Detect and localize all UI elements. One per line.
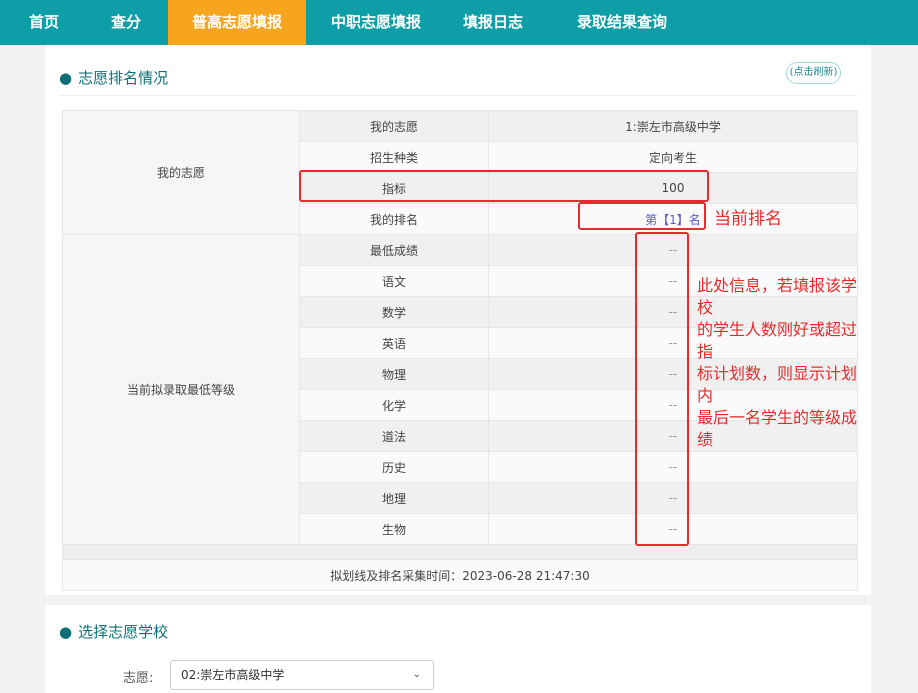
row-label: 历史 bbox=[299, 451, 489, 483]
row-label: 英语 bbox=[299, 327, 489, 359]
school-title-text: 选择志愿学校 bbox=[78, 623, 169, 641]
nav-item-admission-query[interactable]: 录取结果查询 bbox=[562, 0, 682, 45]
annotation-current-rank: 当前排名 bbox=[714, 209, 782, 229]
section-divider bbox=[59, 95, 857, 96]
annotation-info-line: 此处信息，若填报该学校 bbox=[697, 276, 858, 317]
nav-item-general-application[interactable]: 普高志愿填报 bbox=[168, 0, 306, 45]
chevron-down-icon: ⌄ bbox=[412, 669, 421, 680]
row-label: 我的志愿 bbox=[299, 110, 489, 142]
nav-item-home[interactable]: 首页 bbox=[16, 0, 72, 45]
row-label: 招生种类 bbox=[299, 141, 489, 173]
annotation-box-my-rank bbox=[578, 202, 706, 230]
table-row: 当前拟录取最低等级 最低成绩 -- bbox=[62, 234, 858, 545]
school-select-card: ● 选择志愿学校 志愿: 02:崇左市高级中学 ⌄ bbox=[45, 605, 871, 693]
annotation-info-text: 此处信息，若填报该学校 的学生人数刚好或超过指 标计划数，则显示计划内 最后一名… bbox=[697, 275, 871, 451]
nav-item-log[interactable]: 填报日志 bbox=[448, 0, 538, 45]
nav-item-score[interactable]: 查分 bbox=[98, 0, 154, 45]
row-label: 最低成绩 bbox=[299, 234, 489, 266]
annotation-info-line: 最后一名学生的等级成绩 bbox=[697, 408, 858, 449]
choice-label: 志愿: bbox=[123, 671, 154, 686]
table-spacer-row bbox=[62, 544, 858, 560]
top-nav-bar: 首页 查分 普高志愿填报 中职志愿填报 填报日志 录取结果查询 bbox=[0, 0, 918, 45]
collection-time-text: 拟划线及排名采集时间：2023-06-28 21:47:30 bbox=[62, 559, 858, 591]
annotation-info-line: 的学生人数刚好或超过指 bbox=[697, 320, 858, 361]
refresh-button[interactable]: (点击刷新) bbox=[786, 62, 841, 84]
row-value: 定向考生 bbox=[488, 141, 858, 173]
nav-item-vocational-application[interactable]: 中职志愿填报 bbox=[320, 0, 432, 45]
group-label-min-grade: 当前拟录取最低等级 bbox=[62, 234, 300, 545]
ranking-section-title: ● 志愿排名情况 bbox=[59, 67, 168, 88]
row-label: 地理 bbox=[299, 482, 489, 514]
row-label: 数学 bbox=[299, 296, 489, 328]
school-section-title: ● 选择志愿学校 bbox=[59, 621, 168, 642]
annotation-box-grade-column bbox=[635, 232, 689, 546]
annotation-box-quota-row bbox=[299, 170, 709, 202]
ranking-card: ● 志愿排名情况 (点击刷新) 我的志愿 我的志愿 1:崇左市高级中学 招生种类 … bbox=[45, 45, 871, 595]
row-label: 化学 bbox=[299, 389, 489, 421]
row-label: 生物 bbox=[299, 513, 489, 545]
row-value: 1:崇左市高级中学 bbox=[488, 110, 858, 142]
row-label: 物理 bbox=[299, 358, 489, 390]
ranking-title-text: 志愿排名情况 bbox=[78, 69, 169, 87]
bullet-dot-icon: ● bbox=[59, 69, 73, 87]
table-footer-row: 拟划线及排名采集时间：2023-06-28 21:47:30 bbox=[62, 559, 858, 591]
bullet-dot-icon: ● bbox=[59, 623, 73, 641]
group-label-my-choice: 我的志愿 bbox=[62, 110, 300, 235]
row-label: 道法 bbox=[299, 420, 489, 452]
row-label: 我的排名 bbox=[299, 203, 489, 235]
row-label: 语文 bbox=[299, 265, 489, 297]
table-row: 我的志愿 我的志愿 1:崇左市高级中学 bbox=[62, 110, 858, 235]
annotation-info-line: 标计划数，则显示计划内 bbox=[697, 364, 858, 405]
school-select-dropdown[interactable]: 02:崇左市高级中学 ⌄ bbox=[170, 660, 434, 690]
selected-school-value: 02:崇左市高级中学 bbox=[181, 668, 285, 682]
